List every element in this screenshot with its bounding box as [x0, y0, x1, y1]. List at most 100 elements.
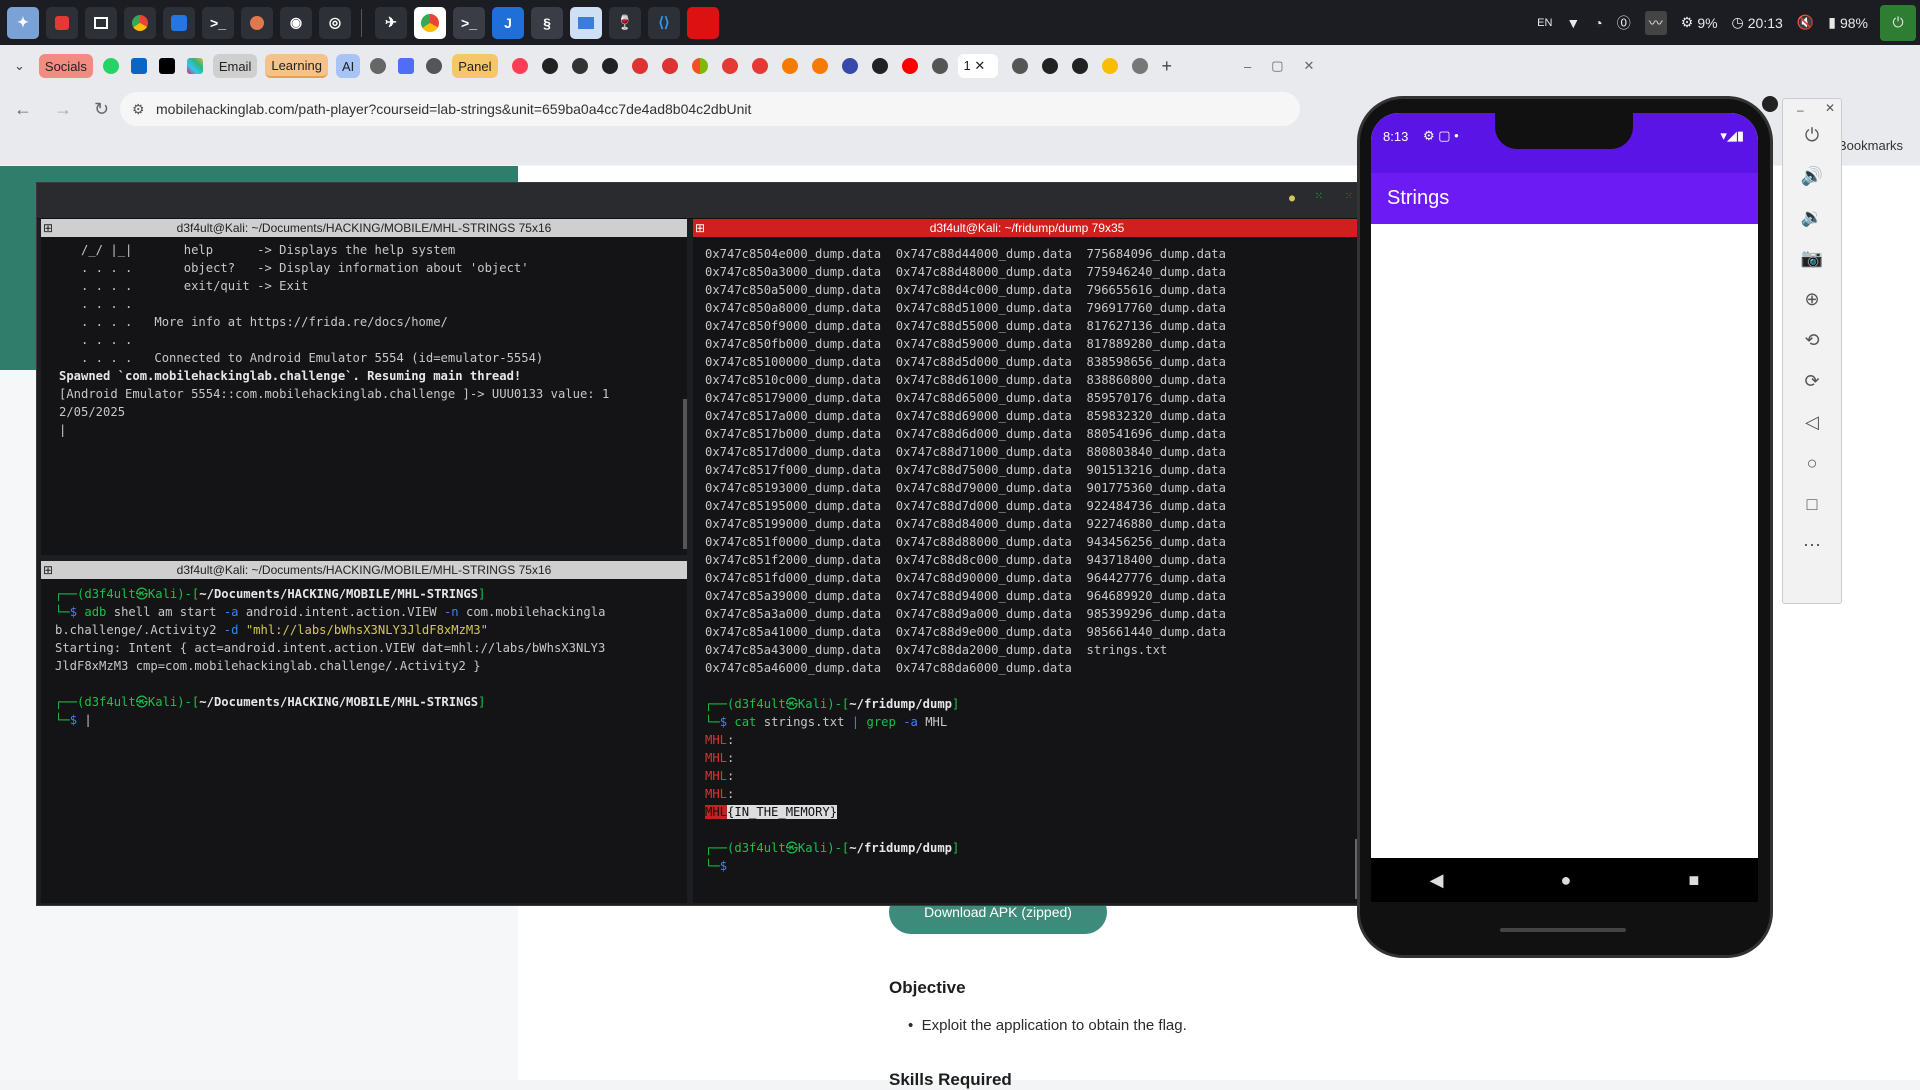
tab-favicon-11[interactable] [811, 58, 828, 74]
rotate-left-icon[interactable]: ⟲ [1804, 330, 1819, 351]
back-icon[interactable]: ← [14, 99, 32, 120]
window-icon[interactable] [85, 6, 117, 39]
volume-icon[interactable]: 🔇 [1797, 14, 1814, 31]
scrollbar[interactable] [683, 399, 687, 549]
volume-up-icon[interactable]: 🔊 [1801, 166, 1823, 187]
activity-icon[interactable]: 〰 [1644, 10, 1667, 35]
terminal-icon[interactable]: >_ [202, 6, 234, 39]
tab-favicon-6[interactable] [661, 58, 678, 74]
address-bar[interactable]: ⚙ mobilehackinglab.com/path-player?cours… [120, 92, 1300, 126]
tab-favicon-12[interactable] [841, 58, 858, 74]
new-tab-icon[interactable]: + [1156, 54, 1179, 78]
tab-favicon-9[interactable] [751, 58, 768, 74]
keyboard-layout[interactable]: EN [1537, 17, 1552, 29]
tab-favicon-17[interactable] [1041, 58, 1058, 74]
home-nav-icon[interactable]: ● [1561, 870, 1572, 891]
rotate-right-icon[interactable]: ⟳ [1804, 371, 1819, 392]
reload-icon[interactable]: ↻ [94, 99, 109, 120]
tab-group-ai[interactable]: AI [335, 54, 361, 78]
vscode-icon[interactable]: ⟨⟩ [648, 6, 680, 39]
wine-icon[interactable]: 🍷 [609, 6, 641, 39]
cpu-monitor[interactable]: ⚙ 9% [1681, 14, 1718, 31]
forward-icon[interactable]: → [54, 99, 72, 120]
power-icon[interactable]: ⏻ [1880, 4, 1916, 41]
clipboard-icon[interactable]: ⓪ [1617, 13, 1631, 33]
tab-favicon-5[interactable] [631, 58, 648, 74]
github-tab-icon-3[interactable] [871, 58, 888, 74]
overview-button-icon[interactable]: □ [1807, 494, 1818, 515]
frida-pane[interactable]: ⊞ d3f4ult@Kali: ~/Documents/HACKING/MOBI… [41, 219, 687, 555]
brave-tab-icon[interactable] [781, 58, 798, 74]
minimize-icon[interactable]: – [1238, 54, 1257, 78]
volume-down-icon[interactable]: 🔉 [1801, 207, 1823, 228]
copilot-icon[interactable] [398, 58, 415, 74]
openai-icon[interactable] [370, 58, 387, 74]
tab-group-learning[interactable]: Learning [265, 54, 328, 78]
files-window-icon[interactable] [570, 6, 602, 39]
pane-grid-icon[interactable]: ⊞ [43, 219, 53, 237]
tab-group-email[interactable]: Email [212, 54, 258, 78]
tab-favicon-1[interactable] [511, 58, 528, 74]
pane-grid-icon[interactable]: ⊞ [695, 219, 705, 237]
adb-pane[interactable]: ⊞ d3f4ult@Kali: ~/Documents/HACKING/MOBI… [41, 561, 687, 903]
slack-icon[interactable] [186, 58, 203, 74]
tab-group-socials[interactable]: Socials [38, 54, 93, 78]
battery-indicator[interactable]: ▮ 98% [1828, 14, 1868, 31]
kali-red-icon[interactable] [687, 6, 719, 39]
tab-dropdown-icon[interactable]: ⌄ [8, 54, 31, 78]
profile-extension-icon[interactable] [1762, 96, 1778, 112]
obs-icon[interactable]: ◎ [319, 6, 351, 39]
terminator-window[interactable]: ● ⁙ ⁙ ⊞ d3f4ult@Kali: ~/Documents/HACKIN… [36, 182, 1365, 906]
app-icon[interactable] [46, 6, 78, 39]
bookmarks-label[interactable]: Bookmarks [1838, 138, 1903, 153]
zoom-icon[interactable]: ⊕ [1804, 289, 1819, 310]
back-nav-icon[interactable]: ◀ [1430, 870, 1444, 891]
terminal-window-icon[interactable]: >_ [453, 6, 485, 39]
home-button-icon[interactable]: ○ [1807, 453, 1818, 474]
camera-icon[interactable]: 📷 [1801, 248, 1823, 269]
youtube-tab-icon[interactable] [901, 58, 918, 74]
intellij-icon[interactable] [163, 6, 195, 39]
terminal-minimize-icon[interactable]: ● [1289, 193, 1295, 204]
tab-favicon-3[interactable] [571, 58, 588, 74]
panel-minimize-icon[interactable]: – [1797, 103, 1804, 117]
pane-grid-icon[interactable]: ⊞ [43, 561, 53, 579]
kali-menu-icon[interactable]: ✦ [7, 6, 39, 39]
fridump-pane[interactable]: ⊞ d3f4ult@Kali: ~/fridump/dump 79x35 0x7… [693, 219, 1361, 903]
microsoft-tab-icon[interactable] [691, 58, 708, 74]
clock[interactable]: ◷ 20:13 [1732, 14, 1783, 31]
tab-favicon-18[interactable] [1071, 58, 1088, 74]
bird-icon[interactable]: ✈ [375, 6, 407, 39]
phone-screen[interactable]: 8:13 ⚙ ▢ • ▾◢▮ Strings [1371, 113, 1758, 859]
terminal-maximize-icon[interactable]: ⁙ [1315, 191, 1323, 202]
x-icon[interactable] [158, 58, 175, 74]
proxy-icon[interactable]: ◉ [280, 6, 312, 39]
maximize-icon[interactable]: ▢ [1265, 54, 1289, 78]
site-info-icon[interactable]: ⚙ [132, 101, 145, 118]
github-tab-icon[interactable] [541, 58, 558, 74]
back-button-icon[interactable]: ◁ [1805, 412, 1819, 433]
whatsapp-icon[interactable] [102, 58, 119, 74]
chrome-icon[interactable] [124, 6, 156, 39]
google-tab-icon[interactable] [1101, 58, 1118, 74]
tab-group-panel[interactable]: Panel [452, 54, 498, 78]
tab-favicon-20[interactable] [1131, 58, 1148, 74]
update-icon[interactable]: ◔ [1594, 15, 1602, 31]
perplexity-icon[interactable] [426, 58, 443, 74]
terminal-close-icon[interactable]: ⁙ [1345, 191, 1353, 202]
linkedin-icon[interactable] [130, 58, 147, 74]
tab-favicon-15[interactable] [931, 58, 948, 74]
wifi-icon[interactable]: ▼ [1566, 15, 1580, 31]
dragon-icon[interactable]: § [531, 6, 563, 39]
burp-icon[interactable] [241, 6, 273, 39]
tab-favicon-16[interactable] [1011, 58, 1028, 74]
active-tab[interactable]: 1 ✕ [957, 54, 998, 78]
more-options-icon[interactable]: ⋯ [1803, 535, 1821, 556]
tab-favicon-8[interactable] [721, 58, 738, 74]
jetbrains-window-icon[interactable]: J [492, 6, 524, 39]
recents-nav-icon[interactable]: ■ [1689, 870, 1700, 891]
chrome-window-icon[interactable] [414, 6, 446, 39]
power-button-icon[interactable]: ⏻ [1805, 125, 1819, 146]
panel-close-icon[interactable]: ✕ [1825, 101, 1835, 115]
close-window-icon[interactable]: ✕ [1298, 54, 1321, 78]
